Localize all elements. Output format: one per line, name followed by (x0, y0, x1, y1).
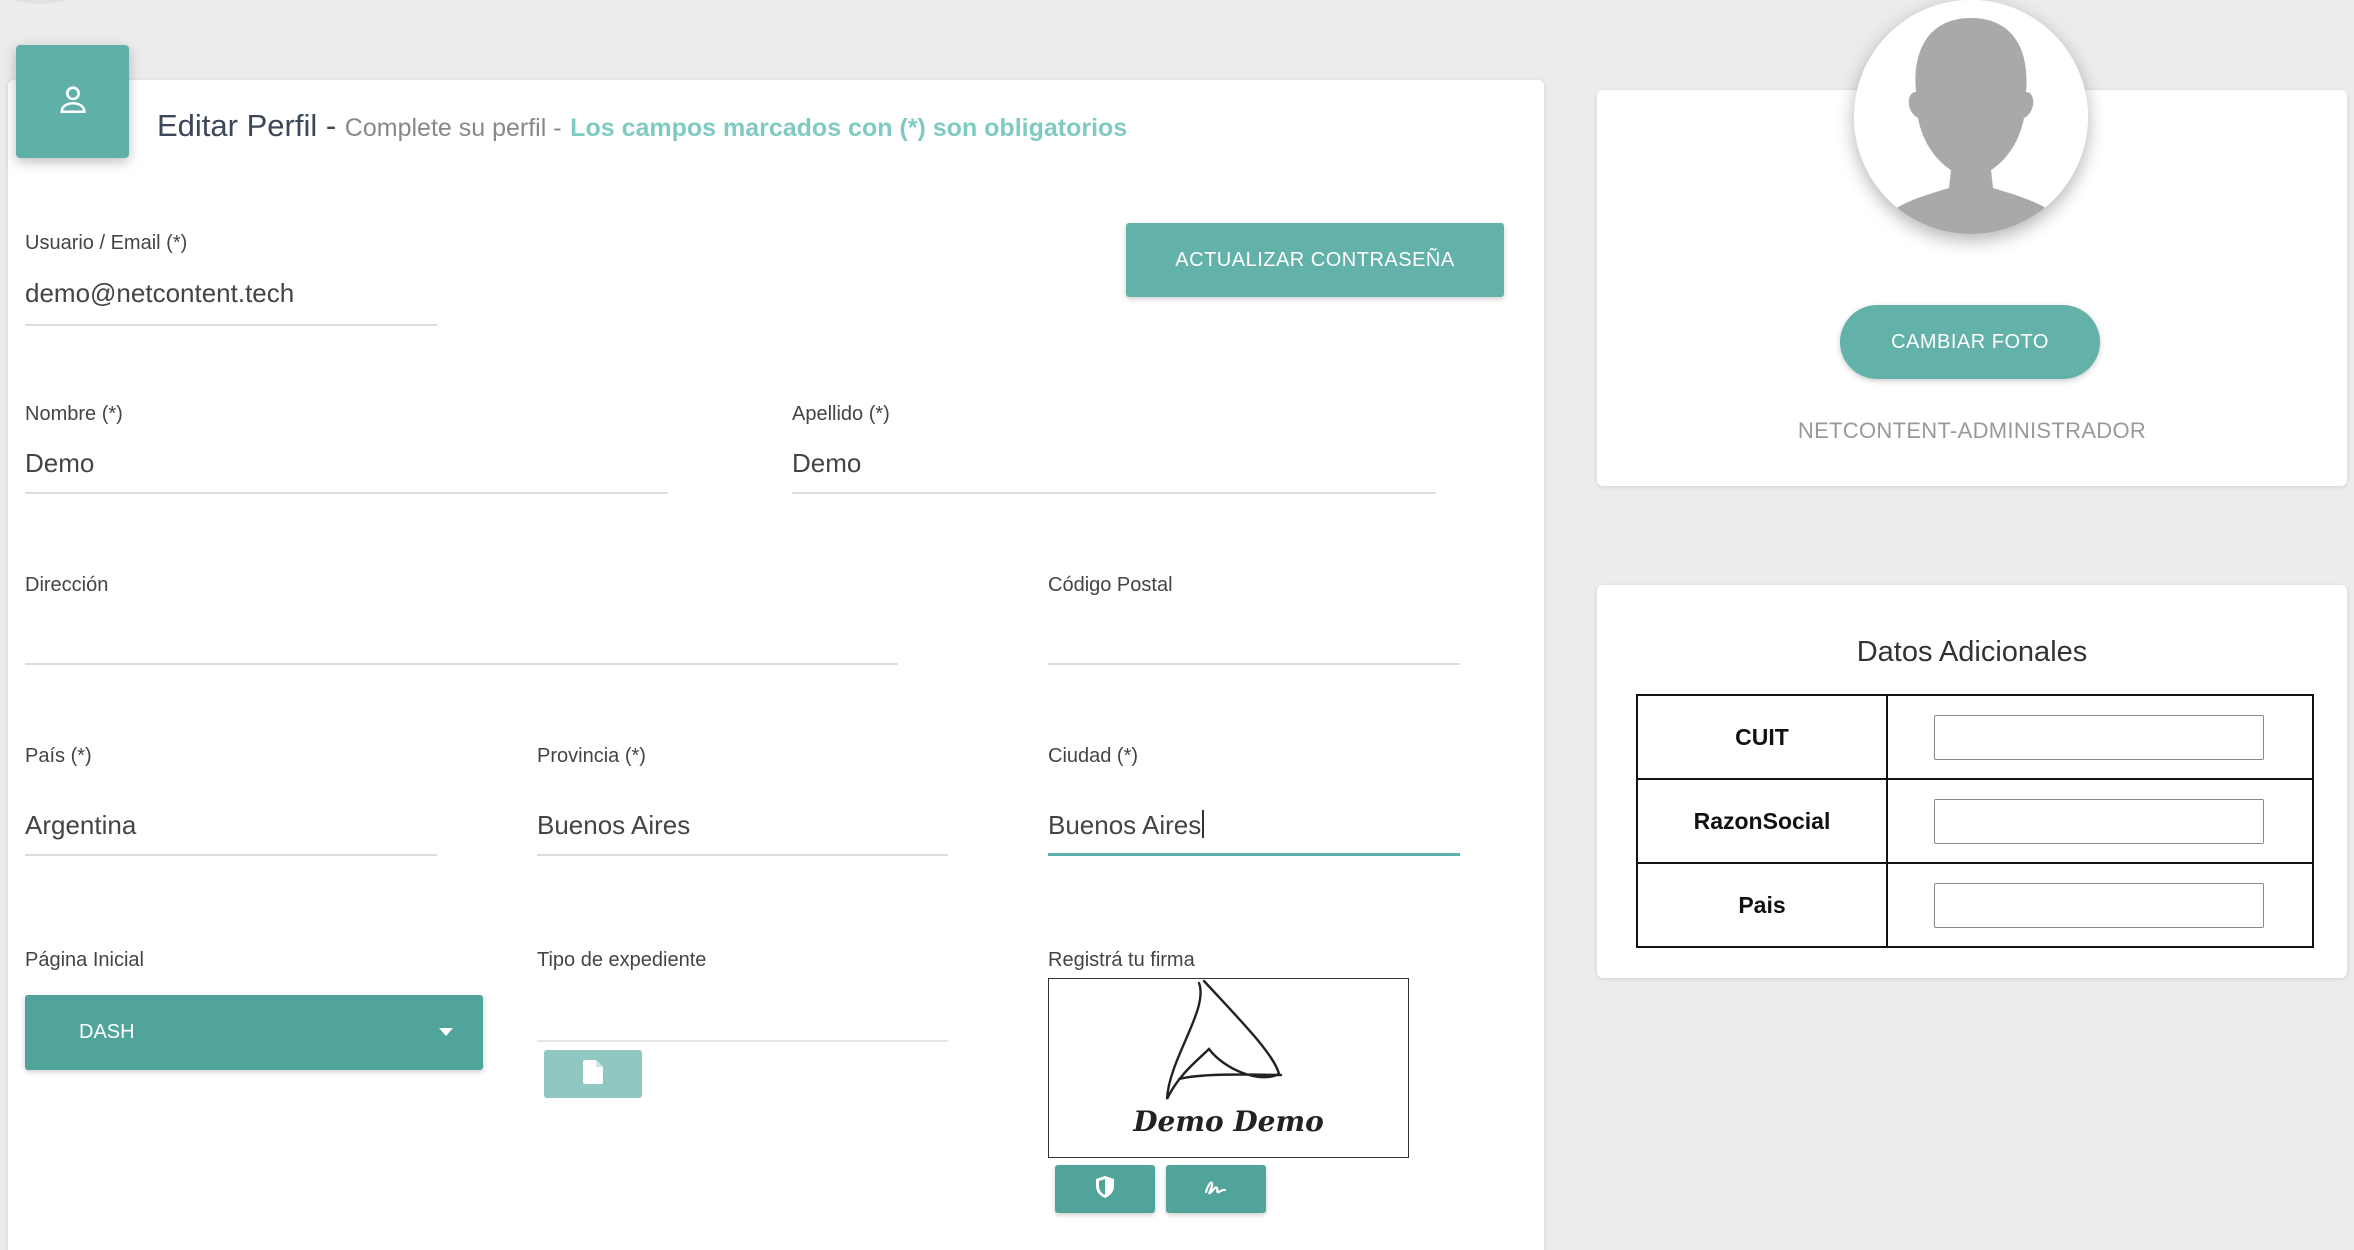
city-field[interactable]: Ciudad (*) Buenos Aires (1048, 745, 1460, 857)
start-page-selected-value: DASH (79, 1021, 135, 1043)
change-photo-button[interactable]: CAMBIAR FOTO (1840, 305, 2100, 379)
city-underline-focused (1048, 853, 1460, 856)
file-icon (583, 1059, 603, 1089)
city-label: Ciudad (*) (1048, 745, 1139, 767)
last-name-underline (792, 492, 1436, 494)
required-fields-note: Los campos marcados con (*) son obligato… (570, 114, 1128, 142)
user-role: NETCONTENT-ADMINISTRADOR (1797, 418, 2147, 443)
file-type-button[interactable] (544, 1050, 642, 1098)
start-page-select[interactable]: DASH (25, 995, 483, 1070)
postal-code-underline (1048, 663, 1460, 665)
page-title-main: Editar Perfil - (157, 108, 337, 143)
header-icon-badge (16, 45, 129, 158)
start-page-label: Página Inicial (25, 949, 144, 971)
first-name-field[interactable]: Nombre (*) Demo (25, 403, 668, 495)
address-underline (25, 663, 898, 665)
last-name-field[interactable]: Apellido (*) Demo (792, 403, 1436, 495)
update-password-button[interactable]: ACTUALIZAR CONTRASEÑA (1126, 223, 1504, 297)
table-row: RazonSocial (1636, 778, 2314, 864)
cuit-cell (1886, 694, 2314, 780)
person-icon (56, 82, 90, 121)
email-field[interactable]: Usuario / Email (*) demo@netcontent.tech (25, 232, 437, 328)
signature-pad[interactable]: Demo Demo (1048, 978, 1409, 1158)
razon-social-input[interactable] (1934, 799, 2264, 844)
table-row: Pais (1636, 862, 2314, 948)
shield-icon (1094, 1175, 1116, 1204)
country-label: País (*) (25, 745, 92, 767)
province-field[interactable]: Provincia (*) Buenos Aires (537, 745, 948, 857)
table-row: CUIT (1636, 694, 2314, 780)
text-cursor (1202, 810, 1205, 838)
cuit-label: CUIT (1636, 694, 1888, 780)
avatar (1854, 0, 2088, 234)
razon-social-cell (1886, 778, 2314, 864)
cuit-input[interactable] (1934, 715, 2264, 760)
postal-code-field[interactable]: Código Postal (1048, 574, 1460, 666)
postal-code-label: Código Postal (1048, 574, 1173, 596)
first-name-underline (25, 492, 668, 494)
signature-draw-button[interactable] (1166, 1165, 1266, 1213)
chevron-down-icon (439, 1028, 453, 1036)
page-title: Editar Perfil - Complete su perfil - Los… (157, 108, 1127, 144)
start-page-field: Página Inicial (25, 949, 485, 979)
avatar-placeholder-icon (1854, 0, 2088, 234)
email-underline (25, 324, 437, 326)
address-field[interactable]: Dirección (25, 574, 898, 666)
file-type-field[interactable]: Tipo de expediente (537, 949, 948, 1043)
pais-input[interactable] (1934, 883, 2264, 928)
country-underline (25, 854, 437, 856)
province-underline (537, 854, 948, 856)
pais-cell (1886, 862, 2314, 948)
last-name-label: Apellido (*) (792, 403, 890, 425)
province-value: Buenos Aires (537, 810, 691, 840)
last-name-value: Demo (792, 448, 862, 478)
page-subtitle: Complete su perfil - (344, 114, 562, 142)
country-field[interactable]: País (*) Argentina (25, 745, 437, 857)
file-type-underline (537, 1040, 948, 1042)
additional-data-title: Datos Adicionales (1856, 636, 2088, 668)
signature-secure-button[interactable] (1055, 1165, 1155, 1213)
email-label: Usuario / Email (*) (25, 232, 188, 254)
file-type-label: Tipo de expediente (537, 949, 707, 971)
address-label: Dirección (25, 574, 109, 596)
signature-label: Registrá tu firma (1048, 949, 1195, 971)
city-value: Buenos Aires (1048, 810, 1202, 840)
first-name-value: Demo (25, 448, 95, 478)
province-label: Provincia (*) (537, 745, 646, 767)
additional-data-table: CUIT RazonSocial Pais (1636, 694, 2314, 948)
signature-name: Demo Demo (1133, 1105, 1324, 1138)
email-value: demo@netcontent.tech (25, 278, 295, 308)
first-name-label: Nombre (*) (25, 403, 123, 425)
top-left-avatar-edge (0, 0, 80, 4)
razon-social-label: RazonSocial (1636, 778, 1888, 864)
country-value: Argentina (25, 810, 137, 840)
signature-icon (1203, 1176, 1229, 1203)
signature-field: Registrá tu firma (1048, 949, 1408, 979)
pais-label: Pais (1636, 862, 1888, 948)
